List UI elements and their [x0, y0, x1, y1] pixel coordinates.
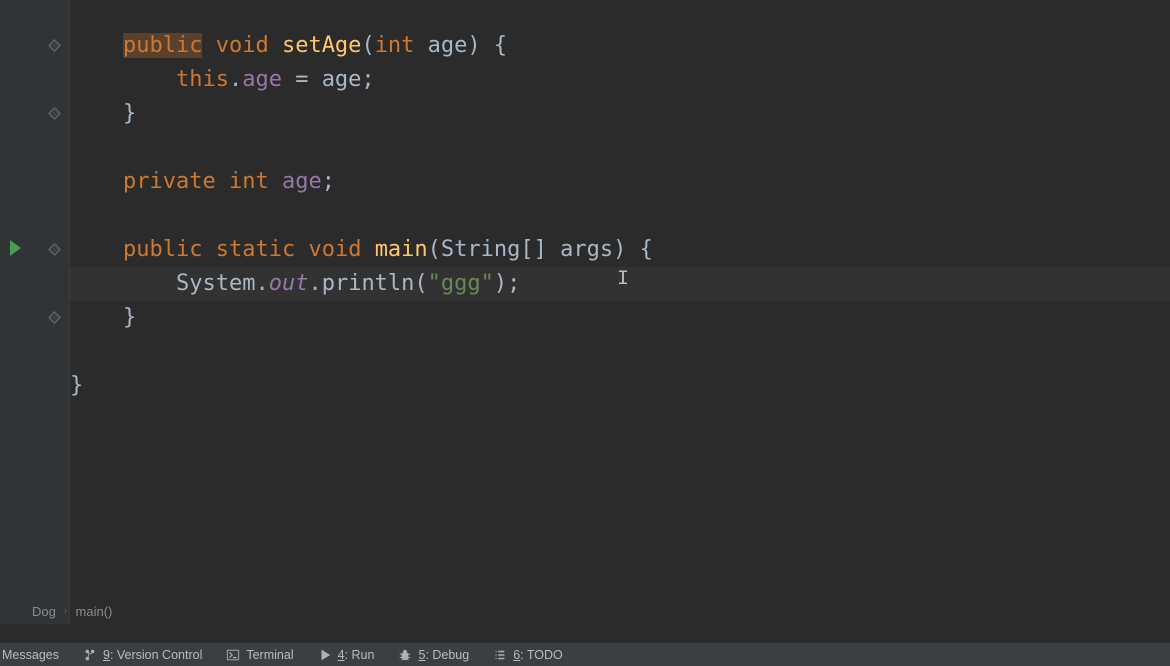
toolwindow-debug[interactable]: 5: Debug — [386, 643, 481, 666]
fold-toggle-icon[interactable] — [48, 107, 61, 120]
punct: ) { — [613, 237, 653, 262]
bug-icon — [398, 648, 412, 662]
static-field: out — [269, 271, 309, 296]
tool-window-bar[interactable]: Messages 9: Version Control Terminal 4: … — [0, 642, 1170, 666]
keyword-void: void — [308, 237, 361, 262]
run-gutter-icon[interactable] — [10, 240, 21, 256]
class-ref: System — [176, 271, 255, 296]
keyword-int: int — [229, 169, 269, 194]
method-call: println( — [322, 271, 428, 296]
punct: ( — [361, 33, 374, 58]
breadcrumb-class[interactable]: Dog — [32, 604, 56, 619]
punct: . — [308, 271, 321, 296]
punct: ) { — [467, 33, 507, 58]
play-icon — [318, 648, 332, 662]
punct: ); — [494, 271, 521, 296]
brace: } — [70, 373, 83, 398]
punct: ; — [322, 169, 335, 194]
method-name: setAge — [282, 33, 361, 58]
fold-toggle-icon[interactable] — [48, 39, 61, 52]
breadcrumb-separator-icon: › — [64, 605, 68, 617]
field-decl: age — [282, 169, 322, 194]
method-name: main — [375, 237, 428, 262]
keyword-private: private — [123, 169, 216, 194]
toolwindow-messages[interactable]: Messages — [0, 643, 71, 666]
keyword-int: int — [375, 33, 415, 58]
toolwindow-label: 4: Run — [338, 648, 375, 662]
keyword-static: static — [216, 237, 295, 262]
breadcrumb-method[interactable]: main() — [76, 604, 113, 619]
fold-toggle-icon[interactable] — [48, 243, 61, 256]
brace: } — [123, 305, 136, 330]
string-literal: "ggg" — [428, 271, 494, 296]
editor-gutter[interactable] — [0, 0, 70, 624]
code-content[interactable]: public void setAge(int age) { this.age =… — [70, 0, 1170, 403]
toolwindow-label: 5: Debug — [418, 648, 469, 662]
punct: ( — [428, 237, 441, 262]
keyword-this: this — [176, 67, 229, 92]
punct: . — [255, 271, 268, 296]
list-icon — [493, 648, 507, 662]
fold-toggle-icon[interactable] — [48, 311, 61, 324]
brace: } — [123, 101, 136, 126]
toolwindow-todo[interactable]: 6: TODO — [481, 643, 575, 666]
toolwindow-version-control[interactable]: 9: Version Control — [71, 643, 214, 666]
text-cursor-icon: I — [617, 268, 629, 291]
toolwindow-label: 9: Version Control — [103, 648, 202, 662]
code-editor[interactable]: public void setAge(int age) { this.age =… — [0, 0, 1170, 624]
toolwindow-label: 6: TODO — [513, 648, 563, 662]
toolwindow-run[interactable]: 4: Run — [306, 643, 387, 666]
toolwindow-label: Messages — [2, 648, 59, 662]
punct: . — [229, 67, 242, 92]
keyword-public: public — [123, 33, 202, 58]
keyword-void: void — [216, 33, 269, 58]
breadcrumb[interactable]: Dog › main() — [32, 598, 112, 624]
param: String[] args — [441, 237, 613, 262]
param: age — [414, 33, 467, 58]
keyword-public: public — [123, 237, 202, 262]
branch-icon — [83, 648, 97, 662]
terminal-icon — [226, 648, 240, 662]
punct: = age; — [282, 67, 375, 92]
toolwindow-terminal[interactable]: Terminal — [214, 643, 305, 666]
toolwindow-label: Terminal — [246, 648, 293, 662]
field-ref: age — [242, 67, 282, 92]
